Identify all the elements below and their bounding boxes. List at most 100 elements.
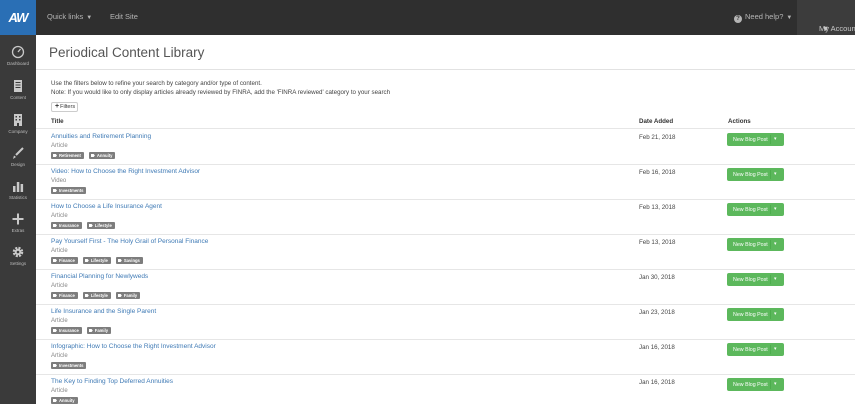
category-tag[interactable]: Savings bbox=[115, 257, 143, 264]
content-type: Article bbox=[51, 143, 68, 149]
sidebar-item-statistics[interactable]: Statistics bbox=[0, 176, 36, 210]
new-blog-post-label: New Blog Post bbox=[733, 381, 768, 388]
caret-down-icon[interactable]: ▾ bbox=[774, 206, 777, 212]
my-account-menu[interactable]: My Account ▼ bbox=[797, 0, 855, 35]
button-separator bbox=[770, 380, 771, 389]
tag-list: Retirement Annuity bbox=[51, 152, 116, 159]
article-title-link[interactable]: Life Insurance and the Single Parent bbox=[51, 308, 156, 315]
content-type: Article bbox=[51, 318, 68, 324]
settings-icon bbox=[12, 246, 24, 258]
content-type: Video bbox=[51, 178, 67, 184]
article-title-link[interactable]: How to Choose a Life Insurance Agent bbox=[51, 203, 162, 210]
new-blog-post-button[interactable]: New Blog Post ▾ bbox=[727, 168, 784, 181]
date-added: Jan 30, 2018 bbox=[639, 274, 675, 281]
button-separator bbox=[770, 275, 771, 284]
sidebar-item-company[interactable]: Company bbox=[0, 110, 36, 144]
category-tag[interactable]: Finance bbox=[51, 257, 78, 264]
new-blog-post-label: New Blog Post bbox=[733, 241, 768, 248]
new-blog-post-label: New Blog Post bbox=[733, 276, 768, 283]
tag-icon bbox=[53, 224, 57, 227]
company-icon bbox=[14, 114, 22, 126]
tag-label: Insurance bbox=[59, 223, 79, 228]
button-separator bbox=[770, 205, 771, 214]
intro-text: Use the filters below to refine your sea… bbox=[51, 80, 262, 87]
caret-down-icon[interactable]: ▾ bbox=[774, 241, 777, 247]
filters-label: Filters bbox=[60, 104, 76, 110]
content-type: Article bbox=[51, 388, 68, 394]
tag-label: Lifestyle bbox=[90, 258, 108, 263]
statistics-icon bbox=[13, 182, 24, 192]
finra-note: Note: If you would like to only display … bbox=[51, 89, 391, 96]
caret-down-icon[interactable]: ▾ bbox=[774, 381, 777, 387]
sidebar-item-label: Settings bbox=[9, 261, 27, 266]
category-tag[interactable]: Annuity bbox=[88, 152, 116, 159]
new-blog-post-button[interactable]: New Blog Post ▾ bbox=[727, 308, 784, 321]
column-header-title[interactable]: Title bbox=[51, 118, 64, 125]
caret-down-icon[interactable]: ▾ bbox=[774, 136, 777, 142]
tag-icon bbox=[53, 154, 57, 157]
category-tag[interactable]: Annuity bbox=[51, 397, 78, 404]
row-divider bbox=[36, 339, 855, 340]
content-icon bbox=[14, 80, 22, 92]
sidebar-item-design[interactable]: Design bbox=[0, 143, 36, 177]
new-blog-post-button[interactable]: New Blog Post ▾ bbox=[727, 378, 784, 391]
category-tag[interactable]: Insurance bbox=[51, 327, 82, 334]
new-blog-post-button[interactable]: New Blog Post ▾ bbox=[727, 238, 784, 251]
article-title-link[interactable]: Annuities and Retirement Planning bbox=[51, 133, 151, 140]
article-title-link[interactable]: Pay Yourself First - The Holy Grail of P… bbox=[51, 238, 208, 245]
tag-icon bbox=[88, 329, 93, 332]
tag-list: Insurance Lifestyle bbox=[51, 222, 115, 229]
logo[interactable]: AW bbox=[0, 0, 36, 35]
caret-down-icon[interactable]: ▾ bbox=[774, 311, 777, 317]
article-title-link[interactable]: The Key to Finding Top Deferred Annuitie… bbox=[51, 378, 173, 385]
row-divider bbox=[36, 304, 855, 305]
category-tag[interactable]: Family bbox=[115, 292, 141, 299]
sidebar-item-settings[interactable]: Settings bbox=[0, 242, 36, 276]
category-tag[interactable]: Investments bbox=[51, 362, 87, 369]
button-separator bbox=[770, 170, 771, 179]
new-blog-post-button[interactable]: New Blog Post ▾ bbox=[727, 203, 784, 216]
tag-icon bbox=[53, 364, 57, 367]
new-blog-post-button[interactable]: New Blog Post ▾ bbox=[727, 343, 784, 356]
new-blog-post-button[interactable]: New Blog Post ▾ bbox=[727, 133, 784, 146]
article-title-link[interactable]: Financial Planning for Newlyweds bbox=[51, 273, 148, 280]
tag-icon bbox=[53, 329, 57, 332]
caret-down-icon[interactable]: ▾ bbox=[774, 346, 777, 352]
category-tag[interactable]: Retirement bbox=[51, 152, 84, 159]
category-tag[interactable]: Lifestyle bbox=[82, 292, 111, 299]
tag-icon bbox=[117, 259, 122, 262]
caret-down-icon: ▼ bbox=[822, 24, 830, 33]
divider bbox=[36, 69, 855, 70]
date-added: Jan 23, 2018 bbox=[639, 309, 675, 316]
edit-site-link[interactable]: Edit Site bbox=[110, 12, 138, 21]
sidebar-item-label: Company bbox=[8, 129, 28, 134]
caret-down-icon[interactable]: ▾ bbox=[774, 276, 777, 282]
tag-label: Family bbox=[123, 293, 138, 298]
sidebar-item-content[interactable]: Content bbox=[0, 76, 36, 110]
page-title: Periodical Content Library bbox=[49, 45, 205, 60]
sidebar-item-dashboard[interactable]: Dashboard bbox=[0, 42, 36, 76]
category-tag[interactable]: Insurance bbox=[51, 222, 82, 229]
category-tag[interactable]: Family bbox=[86, 327, 112, 334]
article-title-link[interactable]: Infographic: How to Choose the Right Inv… bbox=[51, 343, 216, 350]
category-tag[interactable]: Investments bbox=[51, 187, 87, 194]
caret-down-icon[interactable]: ▾ bbox=[774, 171, 777, 177]
category-tag[interactable]: Lifestyle bbox=[86, 222, 115, 229]
article-title-link[interactable]: Video: How to Choose the Right Investmen… bbox=[51, 168, 200, 175]
sidebar-item-extras[interactable]: Extras bbox=[0, 209, 36, 243]
content-type: Article bbox=[51, 283, 68, 289]
quick-links-menu[interactable]: Quick links ▼ bbox=[47, 12, 92, 21]
design-icon bbox=[13, 147, 24, 159]
new-blog-post-button[interactable]: New Blog Post ▾ bbox=[727, 273, 784, 286]
filters-button[interactable]: +Filters bbox=[51, 102, 78, 112]
need-help-menu[interactable]: ? Need help? ▼ bbox=[734, 12, 792, 23]
content-type: Article bbox=[51, 353, 68, 359]
tag-label: Lifestyle bbox=[94, 223, 112, 228]
column-header-date[interactable]: Date Added bbox=[639, 118, 673, 125]
extras-icon bbox=[12, 213, 24, 225]
tag-label: Savings bbox=[123, 258, 140, 263]
sidebar-item-label: Dashboard bbox=[6, 61, 29, 66]
category-tag[interactable]: Lifestyle bbox=[82, 257, 111, 264]
category-tag[interactable]: Finance bbox=[51, 292, 78, 299]
tag-label: Retirement bbox=[59, 153, 81, 158]
